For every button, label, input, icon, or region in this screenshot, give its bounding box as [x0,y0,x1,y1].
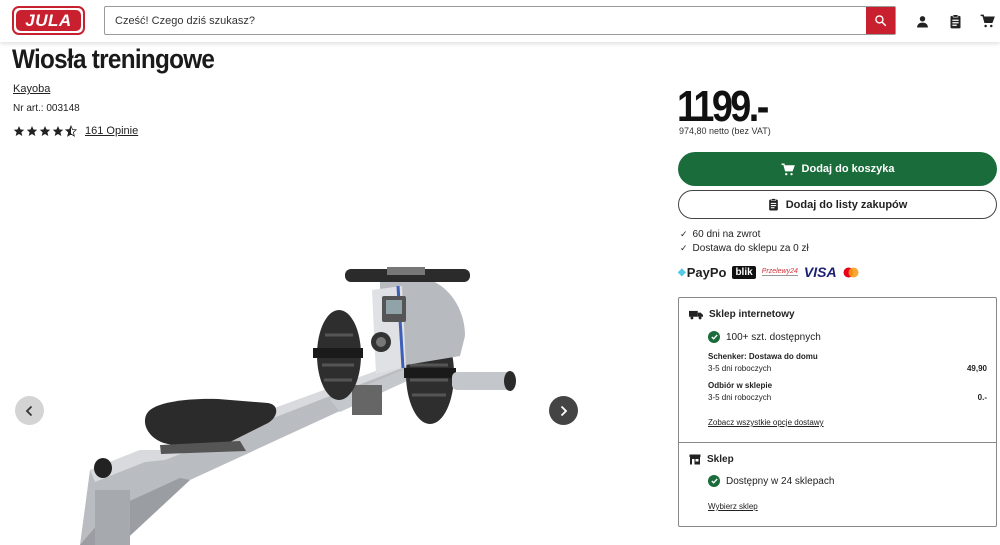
paypo-logo: ◆ PayPo [678,264,727,280]
add-to-cart-label: Dodaj do koszyka [801,163,895,175]
przelewy24-logo: Przelewy24 [761,268,798,276]
chevron-left-icon [25,405,33,416]
usp-delivery: ✓ Dostawa do sklepu za 0 zł [680,243,809,254]
product-title: Wiosła treningowe [12,44,215,74]
cart-icon [980,14,995,28]
rating[interactable]: 161 Opinie [13,125,138,137]
check-circle-icon [708,331,720,343]
check-icon: ✓ [680,229,688,239]
payment-methods: ◆ PayPo blik Przelewy24 VISA [678,262,888,282]
availability-panel: Sklep internetowy 100+ szt. dostępnych S… [678,297,997,527]
store-icon [689,454,701,465]
pickup-option-name: Odbiór w sklepie [708,381,773,390]
product-image[interactable] [0,150,660,545]
store-availability: Dostępny w 24 sklepach [708,475,834,487]
add-to-list-button[interactable]: Dodaj do listy zakupów [678,190,997,219]
user-icon [916,15,928,27]
check-icon: ✓ [680,243,688,253]
all-delivery-options-link[interactable]: Zobacz wszystkie opcje dostawy [708,418,824,427]
choose-store-link[interactable]: Wybierz sklep [708,502,758,511]
site-header: JULA [0,0,1000,42]
cart-icon [781,163,795,175]
shopping-list-icon [768,198,778,211]
jula-logo[interactable]: JULA [12,6,85,35]
shopping-list-button[interactable] [945,11,965,31]
logo-text: JULA [16,10,81,31]
blik-logo: blik [732,265,756,279]
usp-return: ✓ 60 dni na zwrot [680,229,760,240]
account-button[interactable] [912,11,932,31]
search-bar [104,6,896,35]
mastercard-logo [843,267,859,278]
visa-logo: VISA [803,264,837,280]
search-button[interactable] [866,7,895,34]
star-icon [52,126,64,136]
gallery-prev-button[interactable] [15,396,44,425]
star-half-icon [65,125,77,137]
delivery-option-name: Schenker: Dostawa do domu [708,352,818,361]
check-circle-icon [708,475,720,487]
search-input[interactable] [105,7,866,34]
star-icon [26,126,38,136]
article-number: Nr art.: 003148 [13,103,80,114]
add-to-cart-button[interactable]: Dodaj do koszyka [678,152,997,186]
pickup-option-price: 0.- [977,393,987,402]
brand-link[interactable]: Kayoba [13,83,50,95]
star-icon [13,126,25,136]
chevron-right-icon [560,405,568,416]
panel-divider [679,442,996,443]
product-gallery [0,150,660,545]
usp-return-label: 60 dni na zwrot [692,229,761,240]
online-availability: 100+ szt. dostępnych [708,331,821,343]
add-to-list-label: Dodaj do listy zakupów [785,198,908,211]
store-title: Sklep [689,454,734,465]
shopping-list-icon [950,13,960,28]
usp-delivery-label: Dostawa do sklepu za 0 zł [692,243,809,254]
search-icon [875,15,887,27]
price: 1199.- [677,82,769,131]
online-store-title: Sklep internetowy [689,309,795,320]
reviews-link[interactable]: 161 Opinie [85,125,138,137]
pickup-option-time: 3-5 dni roboczych [708,393,772,402]
price-netto: 974,80 netto (bez VAT) [679,126,771,136]
delivery-option-time: 3-5 dni roboczych [708,364,772,373]
truck-icon [689,310,703,319]
delivery-option-price: 49,90 [966,364,987,373]
star-icon [39,126,51,136]
cart-button[interactable] [977,11,997,31]
gallery-next-button[interactable] [549,396,578,425]
